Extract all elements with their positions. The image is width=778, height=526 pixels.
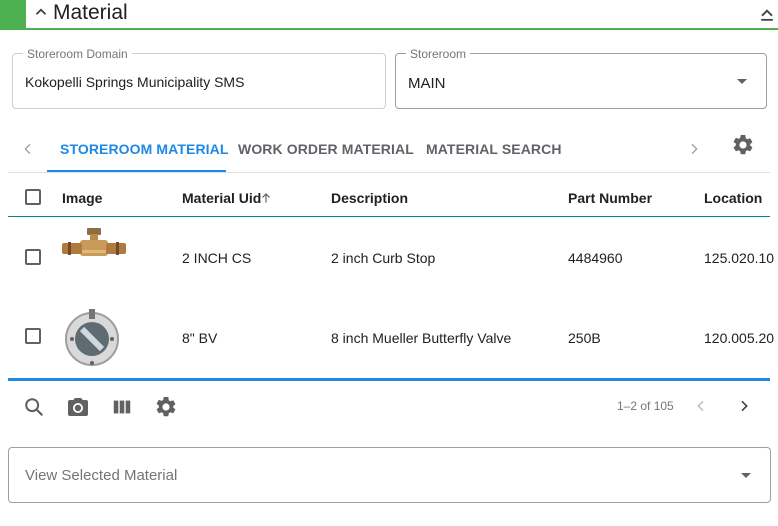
butterfly-valve-thumbnail [65,309,119,366]
gear-icon[interactable] [154,395,178,419]
column-header-material-uid[interactable]: Material Uid [182,190,261,206]
chevron-left-icon[interactable] [20,141,36,157]
location-cell: 125.020.10 [704,250,774,266]
storeroom-domain-field: Storeroom Domain Kokopelli Springs Munic… [12,47,386,109]
view-selected-material-placeholder: View Selected Material [25,467,178,484]
description-cell: 8 inch Mueller Butterfly Valve [331,330,512,346]
part-number-cell: 4484960 [568,250,623,266]
curb-stop-thumbnail [62,228,126,256]
table-bottom-rule [8,378,770,381]
location-cell: 120.005.20 [704,330,774,346]
columns-icon[interactable] [111,396,133,418]
tab-work-order-material[interactable]: WORK ORDER MATERIAL [238,141,414,157]
storeroom-value: MAIN [408,75,446,92]
tab-storeroom-material[interactable]: STOREROOM MATERIAL [60,141,229,157]
storeroom-label: Storeroom [406,47,471,61]
tab-material-search[interactable]: MATERIAL SEARCH [426,141,562,157]
row-checkbox[interactable] [25,328,41,344]
collapse-icon[interactable] [757,4,777,24]
chevron-right-icon[interactable] [686,141,702,157]
view-selected-material-select[interactable]: View Selected Material [8,447,771,503]
section-title: Material [53,1,128,24]
chevron-up-icon[interactable] [32,3,50,21]
column-header-image[interactable]: Image [62,190,102,206]
storeroom-select[interactable]: Storeroom MAIN [395,47,767,109]
sort-ascending-icon[interactable] [259,191,273,205]
dropdown-arrow-icon [737,79,747,84]
next-page-icon[interactable] [736,398,752,414]
row-checkbox[interactable] [25,249,41,265]
material-uid-cell: 8" BV [182,330,218,346]
storeroom-domain-value: Kokopelli Springs Municipality SMS [25,74,245,90]
tabs-divider [8,172,770,173]
select-all-checkbox[interactable] [25,189,41,205]
search-icon[interactable] [23,396,45,418]
column-header-part-number[interactable]: Part Number [568,190,652,206]
description-cell: 2 inch Curb Stop [331,250,436,266]
previous-page-icon[interactable] [693,398,709,414]
column-header-description[interactable]: Description [331,190,408,206]
camera-icon[interactable] [66,395,90,419]
dropdown-arrow-icon [741,473,751,478]
column-header-location[interactable]: Location [704,190,774,206]
material-uid-cell: 2 INCH CS [182,250,252,266]
gear-icon[interactable] [731,133,755,157]
part-number-cell: 250B [568,330,601,346]
pagination-range: 1–2 of 105 [617,399,674,413]
section-accent [0,0,26,28]
storeroom-domain-label: Storeroom Domain [23,47,132,61]
